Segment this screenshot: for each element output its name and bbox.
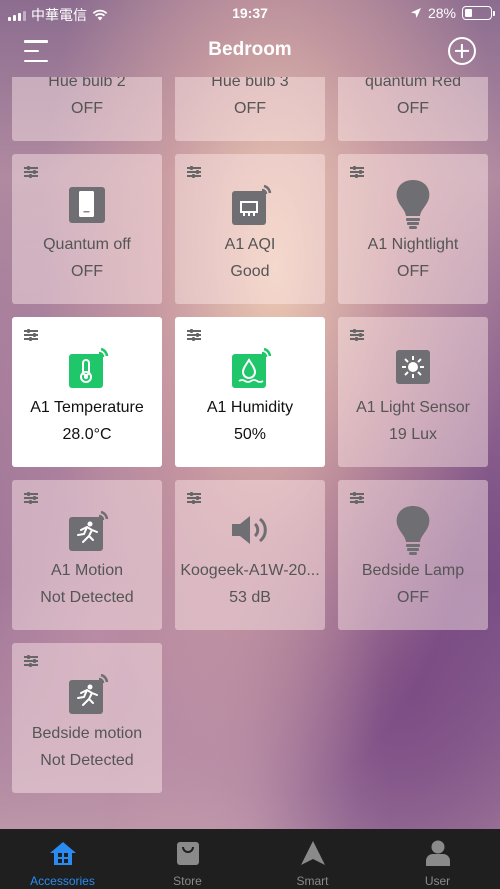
accessory-tile[interactable]: Quantum off OFF <box>12 154 162 304</box>
accessory-name: A1 Humidity <box>206 399 294 416</box>
accessory-state: OFF <box>234 100 266 117</box>
accessory-tile[interactable]: A1 AQI Good <box>175 154 325 304</box>
accessory-tile[interactable]: quantum Red OFF <box>338 77 488 141</box>
accessory-name: quantum Red <box>364 77 462 90</box>
accessory-tile[interactable]: A1 Motion Not Detected <box>12 480 162 630</box>
accessory-name: Bedside Lamp <box>361 562 465 579</box>
lightbulb-icon <box>385 502 441 558</box>
tab-user[interactable]: User <box>375 829 500 889</box>
accessory-tile[interactable]: A1 Light Sensor 19 Lux <box>338 317 488 467</box>
home-icon <box>48 839 78 867</box>
navigation-arrow-icon <box>298 839 328 867</box>
accessory-state: Not Detected <box>40 589 134 606</box>
accessory-state: 53 dB <box>229 589 271 606</box>
status-bar: 中華電信 19:37 28% <box>0 0 500 26</box>
accessory-tile[interactable]: Hue bulb 2 OFF <box>12 77 162 141</box>
accessory-state: OFF <box>397 263 429 280</box>
tab-label: User <box>424 874 451 888</box>
tab-label: Accessories <box>30 874 95 888</box>
tab-store[interactable]: Store <box>125 829 250 889</box>
accessory-tile[interactable]: A1 Temperature 28.0°C <box>12 317 162 467</box>
accessory-grid[interactable]: Hue bulb 2 OFF Hue bulb 3 OFF quantum Red OFF… <box>0 77 500 829</box>
accessory-state: 50% <box>233 426 267 443</box>
sliders-icon[interactable] <box>24 492 38 504</box>
user-icon <box>423 839 453 867</box>
tab-accessories[interactable]: Accessories <box>0 829 125 889</box>
accessory-state: OFF <box>397 589 429 606</box>
sliders-icon[interactable] <box>187 329 201 341</box>
sliders-icon[interactable] <box>350 166 364 178</box>
light-sensor-icon <box>385 339 441 395</box>
accessory-name: Quantum off <box>43 236 131 253</box>
accessory-name: A1 Temperature <box>30 399 144 416</box>
accessory-tile[interactable]: Hue bulb 3 OFF <box>175 77 325 141</box>
add-accessory-button[interactable] <box>448 37 476 65</box>
motion-sensor-icon <box>59 665 115 721</box>
air-quality-sensor-icon <box>222 176 278 232</box>
accessory-state: Good <box>230 263 270 280</box>
accessory-name: Koogeek-A1W-20... <box>180 562 320 579</box>
accessory-tile[interactable]: Bedside motion Not Detected <box>12 643 162 793</box>
accessory-name: A1 Light Sensor <box>356 399 470 416</box>
accessory-state: OFF <box>397 100 429 117</box>
thermometer-sensor-icon <box>59 339 115 395</box>
tab-bar: Accessories Store Smart User <box>0 829 500 889</box>
app-header: Bedroom <box>0 26 500 78</box>
accessory-state: 28.0°C <box>62 426 112 443</box>
accessory-name: A1 Nightlight <box>367 236 459 253</box>
accessory-tile[interactable]: Bedside Lamp OFF <box>338 480 488 630</box>
accessory-name: Hue bulb 3 <box>211 77 289 90</box>
tab-label: Store <box>173 874 202 888</box>
accessory-state: OFF <box>71 100 103 117</box>
battery-icon <box>462 6 495 20</box>
sliders-icon[interactable] <box>350 329 364 341</box>
sliders-icon[interactable] <box>350 492 364 504</box>
sliders-icon[interactable] <box>187 166 201 178</box>
accessory-state: 19 Lux <box>388 426 438 443</box>
switch-icon <box>59 176 115 232</box>
battery-percent: 28% <box>427 5 456 21</box>
accessory-name: A1 AQI <box>224 236 276 253</box>
speaker-icon <box>222 502 278 558</box>
tab-label: Smart <box>296 874 329 888</box>
sliders-icon[interactable] <box>187 492 201 504</box>
sliders-icon[interactable] <box>24 655 38 667</box>
accessory-name: Bedside motion <box>31 725 143 742</box>
accessory-name: Hue bulb 2 <box>48 77 126 90</box>
page-title: Bedroom <box>208 39 292 60</box>
humidity-sensor-icon <box>222 339 278 395</box>
motion-sensor-icon <box>59 502 115 558</box>
accessory-name: A1 Motion <box>50 562 124 579</box>
lightbulb-icon <box>385 176 441 232</box>
accessory-tile[interactable]: Koogeek-A1W-20... 53 dB <box>175 480 325 630</box>
sliders-icon[interactable] <box>24 329 38 341</box>
accessory-state: Not Detected <box>40 752 134 769</box>
accessory-state: OFF <box>71 263 103 280</box>
location-arrow-icon <box>410 8 421 18</box>
accessory-tile[interactable]: A1 Nightlight OFF <box>338 154 488 304</box>
tab-smart[interactable]: Smart <box>250 829 375 889</box>
accessory-tile[interactable]: A1 Humidity 50% <box>175 317 325 467</box>
shopping-bag-icon <box>173 839 203 867</box>
sliders-icon[interactable] <box>24 166 38 178</box>
